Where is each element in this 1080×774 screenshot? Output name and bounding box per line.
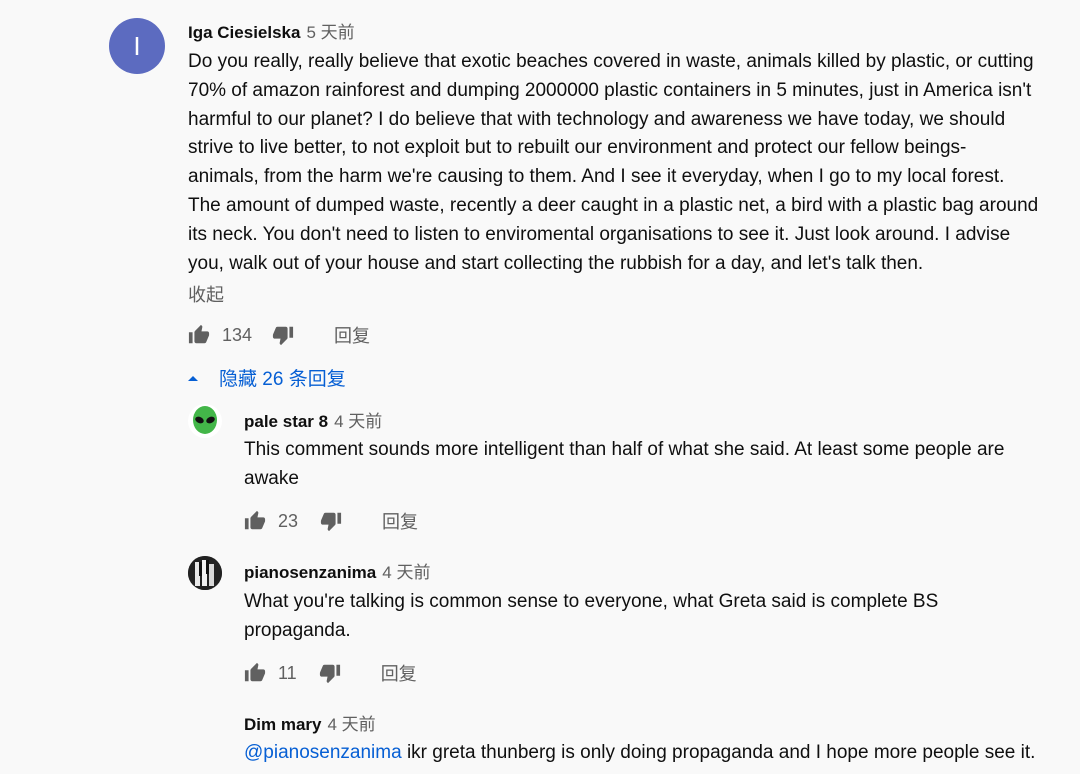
hide-replies-toggle[interactable]: 隐藏 26 条回复 xyxy=(186,364,346,391)
thumb-up-icon xyxy=(188,324,210,344)
hide-replies-label: 隐藏 26 条回复 xyxy=(219,369,346,390)
reply-line: awake xyxy=(244,467,299,489)
mention-link[interactable]: @pianosenzanima xyxy=(244,742,402,763)
reply-line: propaganda. xyxy=(244,619,351,641)
caret-up-icon xyxy=(188,375,198,381)
reply-line: What you're talking is common sense to e… xyxy=(244,591,939,612)
like-count: 23 xyxy=(278,510,299,531)
comment-author[interactable]: Iga Ciesielska xyxy=(188,23,300,43)
like-button[interactable] xyxy=(188,324,210,346)
reply-time[interactable]: 4 天前 xyxy=(327,710,375,735)
reply-text: ikr greta thunberg is only doing propaga… xyxy=(401,742,1036,763)
dislike-button[interactable] xyxy=(320,510,342,532)
like-count: 11 xyxy=(278,662,297,683)
reply-body: @pianosenzanima ikr greta thunberg is on… xyxy=(244,739,1074,768)
comment-line: strive to live better, to not exploit bu… xyxy=(188,137,967,159)
comment-line: its neck. You don't need to listen to en… xyxy=(188,223,1011,245)
dislike-button[interactable] xyxy=(272,324,294,346)
reply-actions: 23 回复 xyxy=(244,508,418,534)
comment-line: harmful to our planet? I do believe that… xyxy=(188,108,1006,130)
reply-body: What you're talking is common sense to e… xyxy=(244,588,1064,646)
reply-button[interactable]: 回复 xyxy=(381,660,417,686)
like-button[interactable] xyxy=(244,662,266,684)
comment-actions: 134 回复 xyxy=(188,322,370,348)
comment-body: Do you really, really believe that exoti… xyxy=(188,48,1078,278)
collapse-button[interactable]: 收起 xyxy=(188,281,224,307)
reply-time[interactable]: 4 天前 xyxy=(334,407,382,432)
reply-author[interactable]: pianosenzanima xyxy=(244,563,376,583)
comments-panel: I Iga Ciesielska 5 天前 Do you really, rea… xyxy=(0,0,1080,774)
comment-line: 70% of amazon rainforest and dumping 200… xyxy=(188,79,1032,101)
reply-body: This comment sounds more intelligent tha… xyxy=(244,436,1064,494)
thumb-down-icon xyxy=(319,664,340,684)
dislike-button[interactable] xyxy=(319,662,341,684)
avatar-letter: I xyxy=(133,30,141,61)
comment-line: you, walk out of your house and start co… xyxy=(188,252,924,274)
avatar[interactable] xyxy=(188,556,222,590)
comment-header: Iga Ciesielska 5 天前 xyxy=(188,18,355,43)
comment-line: animals, from the harm we're causing to … xyxy=(188,166,1005,188)
avatar[interactable] xyxy=(188,404,222,438)
comment-line: The amount of dumped waste, recently a d… xyxy=(188,194,1039,216)
reply-button[interactable]: 回复 xyxy=(382,508,418,534)
comment-time[interactable]: 5 天前 xyxy=(306,18,354,43)
thumb-down-icon xyxy=(272,326,294,346)
reply-header: Dim mary 4 天前 xyxy=(244,710,376,735)
piano-keys-icon xyxy=(188,556,222,590)
thumb-down-icon xyxy=(320,512,342,532)
reply-time[interactable]: 4 天前 xyxy=(382,558,430,583)
comment-line: Do you really, really believe that exoti… xyxy=(188,51,1034,72)
alien-icon xyxy=(193,406,217,434)
reply-author[interactable]: pale star 8 xyxy=(244,412,328,432)
reply-line: This comment sounds more intelligent tha… xyxy=(244,439,1005,460)
reply-header: pale star 8 4 天前 xyxy=(244,407,382,432)
like-button[interactable] xyxy=(244,510,266,532)
like-count: 134 xyxy=(222,324,253,345)
thumb-up-icon xyxy=(244,662,266,682)
reply-header: pianosenzanima 4 天前 xyxy=(244,558,430,583)
thumb-up-icon xyxy=(244,510,266,530)
reply-author[interactable]: Dim mary xyxy=(244,715,321,735)
reply-actions: 11 回复 xyxy=(244,660,417,686)
avatar[interactable]: I xyxy=(109,18,165,74)
reply-button[interactable]: 回复 xyxy=(334,322,370,348)
